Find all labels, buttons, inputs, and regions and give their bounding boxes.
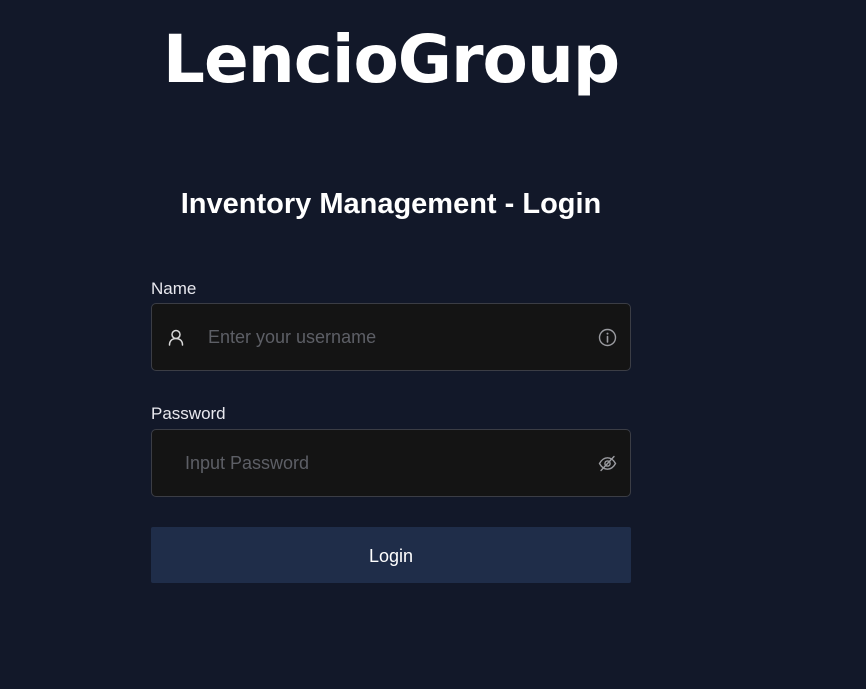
password-field[interactable] (151, 429, 631, 497)
user-icon (168, 329, 184, 346)
eye-off-icon[interactable] (598, 455, 617, 472)
name-field[interactable] (151, 303, 631, 371)
info-icon[interactable] (598, 328, 617, 347)
password-label: Password (151, 404, 226, 423)
login-button[interactable]: Login (151, 527, 631, 583)
page-title: Inventory Management - Login (180, 188, 602, 220)
username-input[interactable] (208, 304, 588, 370)
password-input[interactable] (185, 430, 585, 496)
brand-logo: LencioGroup (162, 21, 620, 98)
name-label: Name (151, 279, 197, 298)
